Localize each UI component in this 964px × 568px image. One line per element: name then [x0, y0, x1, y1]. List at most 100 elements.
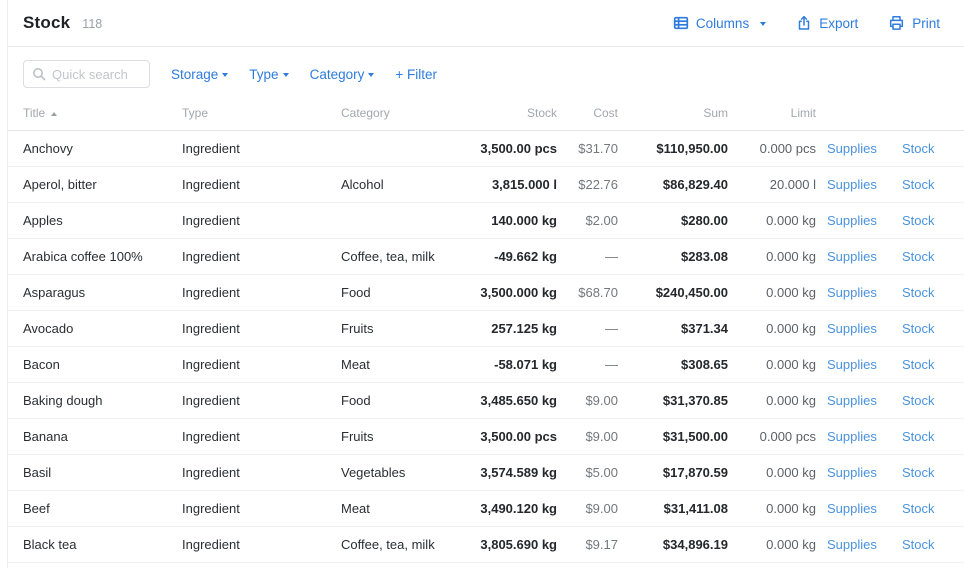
column-header-cost[interactable]: Cost: [557, 96, 618, 130]
print-icon: [888, 15, 905, 31]
column-header-limit[interactable]: Limit: [728, 96, 816, 130]
cell-sum: $308.65: [618, 346, 728, 382]
table-row[interactable]: Basil Ingredient Vegetables 3,574.589 kg…: [8, 454, 964, 490]
stock-link[interactable]: Stock: [902, 537, 935, 552]
supplies-link[interactable]: Supplies: [827, 321, 877, 336]
cell-limit: 0.000 pcs: [728, 418, 816, 454]
table-row[interactable]: Banana Ingredient Fruits 3,500.00 pcs $9…: [8, 418, 964, 454]
supplies-link[interactable]: Supplies: [827, 249, 877, 264]
type-filter-label: Type: [249, 67, 278, 82]
cell-cost: $31.70: [557, 130, 618, 166]
cell-limit: 0.000 kg: [728, 454, 816, 490]
stock-link[interactable]: Stock: [902, 501, 935, 516]
stock-link[interactable]: Stock: [902, 321, 935, 336]
stock-link[interactable]: Stock: [902, 141, 935, 156]
cell-sum: $31,411.08: [618, 490, 728, 526]
table-row[interactable]: Bacon Ingredient Meat -58.071 kg — $308.…: [8, 346, 964, 382]
category-filter-dropdown[interactable]: Category: [310, 67, 375, 82]
table-row[interactable]: Anchovy Ingredient 3,500.00 pcs $31.70 $…: [8, 130, 964, 166]
cell-limit: 0.000 kg: [728, 526, 816, 562]
storage-filter-dropdown[interactable]: Storage: [171, 67, 228, 82]
column-header-type[interactable]: Type: [182, 96, 341, 130]
supplies-link[interactable]: Supplies: [827, 429, 877, 444]
cell-supplies-action: Supplies: [816, 238, 886, 274]
search-input[interactable]: [52, 67, 141, 82]
print-button[interactable]: Print: [888, 15, 940, 31]
cell-title: Bacon: [8, 346, 182, 382]
stock-link[interactable]: Stock: [902, 285, 935, 300]
cell-limit: 0.000 kg: [728, 490, 816, 526]
column-header-category[interactable]: Category: [341, 96, 452, 130]
stock-link[interactable]: Stock: [902, 393, 935, 408]
cell-category: Meat: [341, 346, 452, 382]
cell-sum: $34,896.19: [618, 526, 728, 562]
type-filter-dropdown[interactable]: Type: [249, 67, 288, 82]
export-button-label: Export: [819, 16, 858, 31]
column-header-stock[interactable]: Stock: [452, 96, 557, 130]
add-filter-button[interactable]: + Filter: [395, 67, 437, 82]
column-header-title[interactable]: Title: [8, 96, 182, 130]
supplies-link[interactable]: Supplies: [827, 177, 877, 192]
cell-sum: $86,829.40: [618, 166, 728, 202]
table-row[interactable]: Beef Ingredient Meat 3,490.120 kg $9.00 …: [8, 490, 964, 526]
table-row[interactable]: Avocado Ingredient Fruits 257.125 kg — $…: [8, 310, 964, 346]
export-button[interactable]: Export: [796, 15, 858, 31]
cell-stock: -58.071 kg: [452, 346, 557, 382]
supplies-link[interactable]: Supplies: [827, 465, 877, 480]
chevron-down-icon: [222, 73, 228, 77]
stock-link[interactable]: Stock: [902, 213, 935, 228]
item-count: 118: [82, 17, 102, 31]
table-row[interactable]: Black tea Ingredient Coffee, tea, milk 3…: [8, 526, 964, 562]
cell-stock: 3,500.00 pcs: [452, 130, 557, 166]
supplies-link[interactable]: Supplies: [827, 141, 877, 156]
supplies-link[interactable]: Supplies: [827, 357, 877, 372]
supplies-link[interactable]: Supplies: [827, 393, 877, 408]
cell-cost: $22.76: [557, 166, 618, 202]
cell-stock-action: Stock: [886, 130, 964, 166]
cell-type: Ingredient: [182, 310, 341, 346]
supplies-link[interactable]: Supplies: [827, 213, 877, 228]
cell-supplies-action: Supplies: [816, 526, 886, 562]
search-box[interactable]: [23, 60, 150, 88]
column-header-supplies-actions: [816, 96, 886, 130]
table-row[interactable]: Asparagus Ingredient Food 3,500.000 kg $…: [8, 274, 964, 310]
supplies-link[interactable]: Supplies: [827, 537, 877, 552]
supplies-link[interactable]: Supplies: [827, 285, 877, 300]
table-row[interactable]: Aperol, bitter Ingredient Alcohol 3,815.…: [8, 166, 964, 202]
stock-link[interactable]: Stock: [902, 429, 935, 444]
stock-link[interactable]: Stock: [902, 249, 935, 264]
table-body: Anchovy Ingredient 3,500.00 pcs $31.70 $…: [8, 130, 964, 562]
cell-title: Black tea: [8, 526, 182, 562]
category-filter-label: Category: [310, 67, 365, 82]
columns-icon: [673, 15, 689, 31]
cell-supplies-action: Supplies: [816, 382, 886, 418]
table-row[interactable]: Apples Ingredient 140.000 kg $2.00 $280.…: [8, 202, 964, 238]
cell-title: Aperol, bitter: [8, 166, 182, 202]
stock-link[interactable]: Stock: [902, 357, 935, 372]
cell-type: Ingredient: [182, 526, 341, 562]
cell-limit: 0.000 kg: [728, 346, 816, 382]
cell-limit: 0.000 kg: [728, 202, 816, 238]
cell-stock: 257.125 kg: [452, 310, 557, 346]
cell-cost: $9.17: [557, 526, 618, 562]
cell-title: Arabica coffee 100%: [8, 238, 182, 274]
table-row[interactable]: Baking dough Ingredient Food 3,485.650 k…: [8, 382, 964, 418]
columns-button[interactable]: Columns: [673, 15, 766, 31]
cell-type: Ingredient: [182, 418, 341, 454]
cell-sum: $110,950.00: [618, 130, 728, 166]
stock-link[interactable]: Stock: [902, 465, 935, 480]
chevron-down-icon: [760, 22, 766, 26]
cell-cost: $9.00: [557, 418, 618, 454]
columns-button-label: Columns: [696, 16, 749, 31]
cell-category: Coffee, tea, milk: [341, 238, 452, 274]
cell-limit: 0.000 pcs: [728, 130, 816, 166]
cell-stock-action: Stock: [886, 454, 964, 490]
cell-supplies-action: Supplies: [816, 130, 886, 166]
cell-cost: —: [557, 346, 618, 382]
table-row[interactable]: Arabica coffee 100% Ingredient Coffee, t…: [8, 238, 964, 274]
cell-stock: 3,500.000 kg: [452, 274, 557, 310]
supplies-link[interactable]: Supplies: [827, 501, 877, 516]
stock-link[interactable]: Stock: [902, 177, 935, 192]
column-header-sum[interactable]: Sum: [618, 96, 728, 130]
cell-stock-action: Stock: [886, 310, 964, 346]
